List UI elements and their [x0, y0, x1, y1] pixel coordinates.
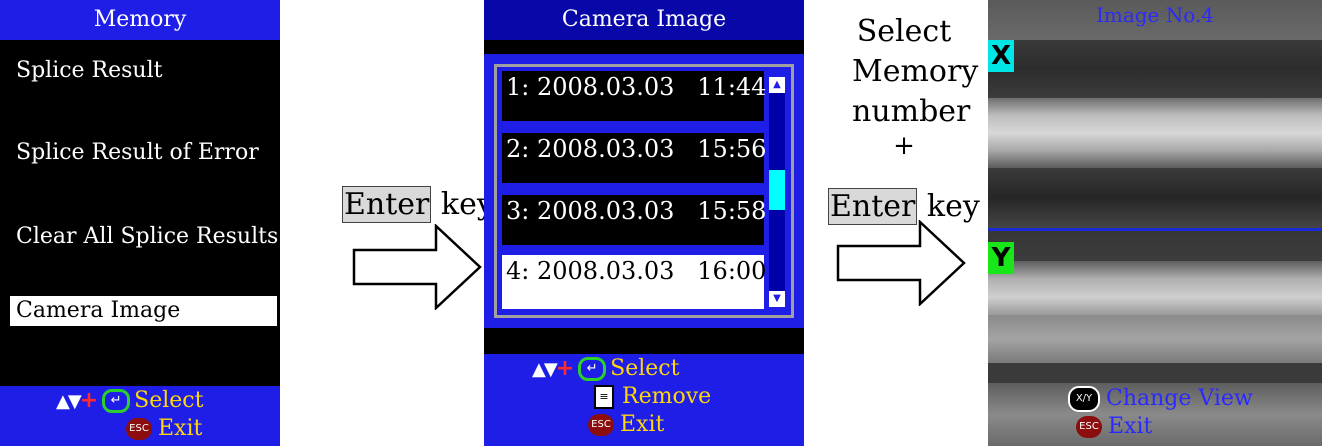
help-exit-label: Exit	[1108, 414, 1153, 439]
step2-line-number: number	[852, 94, 971, 129]
remove-icon: ≡	[594, 385, 614, 409]
list-item[interactable]: 1: 2008.03.03 11:44	[502, 71, 766, 121]
list-item[interactable]: 3: 2008.03.03 15:58	[502, 195, 766, 245]
memory-help-bar: ▲▼+ ↵ Select ESC Exit	[0, 386, 280, 446]
help-change-view-label: Change View	[1106, 386, 1253, 411]
help-exit-row: ESC Exit	[1076, 414, 1152, 439]
help-select-row: ▲▼+ ↵ Select	[56, 388, 203, 413]
help-exit-label: Exit	[158, 416, 203, 441]
help-select-label: Select	[610, 356, 680, 381]
help-select-row: ▲▼+ ↵ Select	[532, 356, 679, 381]
help-exit-row: ESC Exit	[126, 416, 202, 441]
enter-keycap: Enter	[342, 186, 432, 223]
step2-key-suffix: key	[917, 189, 980, 224]
up-down-arrows-icon: ▲▼	[532, 359, 558, 380]
fiber-image-screen: Image No.4 X Y X/Y Change View ESC Exit	[988, 0, 1322, 446]
help-remove-row: ≡ Remove	[594, 384, 711, 409]
plus-sign: +	[79, 388, 99, 413]
step2-line-select: Select	[856, 14, 952, 49]
menu-item-splice-result[interactable]: Splice Result	[16, 58, 162, 83]
enter-icon: ↵	[102, 389, 131, 413]
list-item[interactable]: 2: 2008.03.03 15:56	[502, 133, 766, 183]
xy-toggle-icon: X/Y	[1068, 386, 1100, 412]
esc-icon: ESC	[1076, 416, 1102, 438]
x-view-badge: X	[988, 40, 1014, 72]
help-select-label: Select	[134, 388, 204, 413]
scrollbar[interactable]: ▲ ▼	[769, 77, 785, 307]
menu-item-splice-result-of-error[interactable]: Splice Result of Error	[16, 140, 259, 165]
bottom-divider-band	[484, 328, 804, 354]
help-exit-row: ESC Exit	[588, 412, 664, 437]
image-title: Image No.4	[1095, 3, 1215, 27]
image-list: 1: 2008.03.03 11:44 2: 2008.03.03 15:56 …	[494, 64, 794, 318]
help-exit-label: Exit	[620, 412, 665, 437]
scroll-down-icon[interactable]: ▼	[769, 291, 785, 307]
memory-screen: Memory Splice Result Splice Result of Er…	[0, 0, 280, 446]
camera-image-title: Camera Image	[484, 0, 804, 40]
esc-icon: ESC	[126, 418, 152, 440]
list-item-selected[interactable]: 4: 2008.03.03 16:00	[502, 255, 766, 309]
memory-title: Memory	[0, 0, 280, 40]
y-view-badge: Y	[988, 242, 1014, 274]
help-change-view-row: X/Y Change View	[1068, 386, 1253, 412]
step1-label: Enter key	[342, 186, 494, 223]
enter-icon: ↵	[578, 357, 607, 381]
camera-image-screen: Camera Image 1: 2008.03.03 11:44 2: 2008…	[484, 0, 804, 446]
esc-icon: ESC	[588, 414, 614, 436]
scroll-thumb[interactable]	[769, 170, 785, 210]
step2-line-plus: +	[893, 131, 915, 161]
top-divider-band	[484, 40, 804, 54]
up-down-arrows-icon: ▲▼	[56, 391, 82, 412]
scroll-up-icon[interactable]: ▲	[769, 77, 785, 93]
hollow-right-arrow-icon	[836, 220, 968, 306]
hollow-right-arrow-icon	[352, 224, 484, 310]
step2-label: Select Memory number +	[852, 12, 979, 161]
menu-item-camera-image[interactable]: Camera Image	[10, 296, 277, 326]
step2-line-memory: Memory	[852, 54, 979, 89]
menu-item-clear-all-splice-results[interactable]: Clear All Splice Results	[16, 224, 278, 249]
plus-sign: +	[555, 356, 575, 381]
help-remove-label: Remove	[622, 384, 712, 409]
